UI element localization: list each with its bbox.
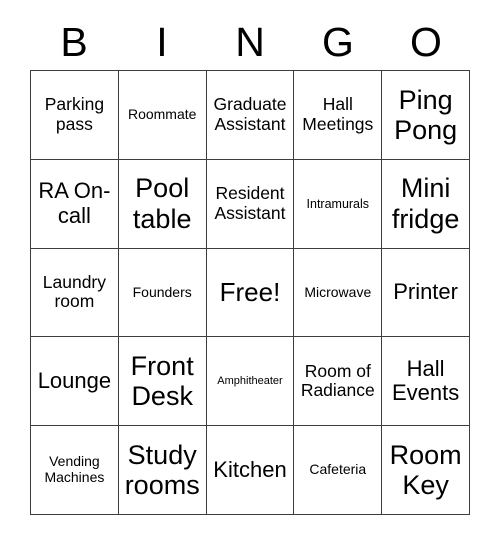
bingo-cell-label: Room Key [389,439,462,501]
header-letter-o: O [410,18,442,65]
bingo-cell-label: Founders [132,283,192,300]
bingo-cell-o2[interactable]: Mini fridge [382,159,470,249]
bingo-cell-g2[interactable]: Intramurals [294,159,383,249]
bingo-cell-label: Room of Radiance [300,360,375,401]
bingo-cell-i2[interactable]: Pool table [118,159,207,249]
header-letter-n: N [235,18,265,65]
bingo-cell-label: Ping Pong [394,84,458,145]
bingo-cell-label: Amphitheater [217,375,283,388]
bingo-cell-o1[interactable]: Ping Pong [382,71,470,160]
bingo-cell-o4[interactable]: Hall Events [382,337,470,427]
bingo-cell-label: Intramurals [306,196,370,211]
bingo-cell-label: Study rooms [124,439,200,501]
bingo-cell-i1[interactable]: Roommate [118,71,207,160]
bingo-cell-i4[interactable]: Front Desk [118,337,207,427]
bingo-cell-g4[interactable]: Room of Radiance [294,337,383,427]
bingo-cell-label: Lounge [37,367,112,393]
bingo-cell-g3[interactable]: Microwave [294,248,383,338]
bingo-header-row: B I N G O [30,14,470,70]
bingo-cell-g1[interactable]: Hall Meetings [294,71,383,160]
bingo-cell-label: Parking pass [44,94,105,134]
bingo-cell-b5[interactable]: Vending Machines [31,426,119,515]
header-letter-i: I [156,18,168,65]
bingo-card: B I N G O Parking pass Roommate Graduate… [0,0,500,544]
bingo-cell-i5[interactable]: Study rooms [118,426,207,515]
bingo-cell-label: Microwave [304,283,372,300]
header-letter-g: G [322,18,354,65]
bingo-cell-label: Roommate [127,106,197,123]
bingo-cell-n4[interactable]: Amphitheater [206,337,295,427]
bingo-cell-label: Graduate Assistant [213,94,287,134]
bingo-cell-n2[interactable]: Resident Assistant [206,159,295,249]
free-space-label: Free! [219,276,281,307]
bingo-cell-n5[interactable]: Kitchen [206,426,295,515]
bingo-cell-free-space[interactable]: Free! [206,248,295,338]
bingo-cell-g5[interactable]: Cafeteria [294,426,383,515]
bingo-cell-label: Cafeteria [309,461,367,478]
bingo-cell-label: Front Desk [130,351,194,412]
bingo-cell-b1[interactable]: Parking pass [31,71,119,160]
bingo-cell-i3[interactable]: Founders [118,248,207,338]
bingo-cell-o5[interactable]: Room Key [382,426,470,515]
bingo-cell-b4[interactable]: Lounge [31,337,119,427]
bingo-cell-label: Hall Events [391,355,460,406]
bingo-grid: Parking pass Roommate Graduate Assistant… [30,70,470,515]
bingo-cell-label: Printer [393,279,458,305]
header-letter-b: B [60,18,88,65]
bingo-cell-label: Resident Assistant [214,183,286,223]
bingo-cell-b3[interactable]: Laundry room [31,248,119,338]
bingo-cell-b2[interactable]: RA On-call [31,159,119,249]
bingo-cell-label: Laundry room [42,271,107,312]
bingo-cell-o3[interactable]: Printer [382,248,470,338]
bingo-cell-label: Hall Meetings [302,94,374,134]
bingo-cell-label: Vending Machines [44,453,105,486]
bingo-cell-label: Mini fridge [391,173,460,234]
bingo-cell-label: Kitchen [213,456,287,482]
bingo-cell-label: Pool table [132,173,192,234]
bingo-cell-n1[interactable]: Graduate Assistant [206,71,295,160]
bingo-cell-label: RA On-call [38,178,111,228]
